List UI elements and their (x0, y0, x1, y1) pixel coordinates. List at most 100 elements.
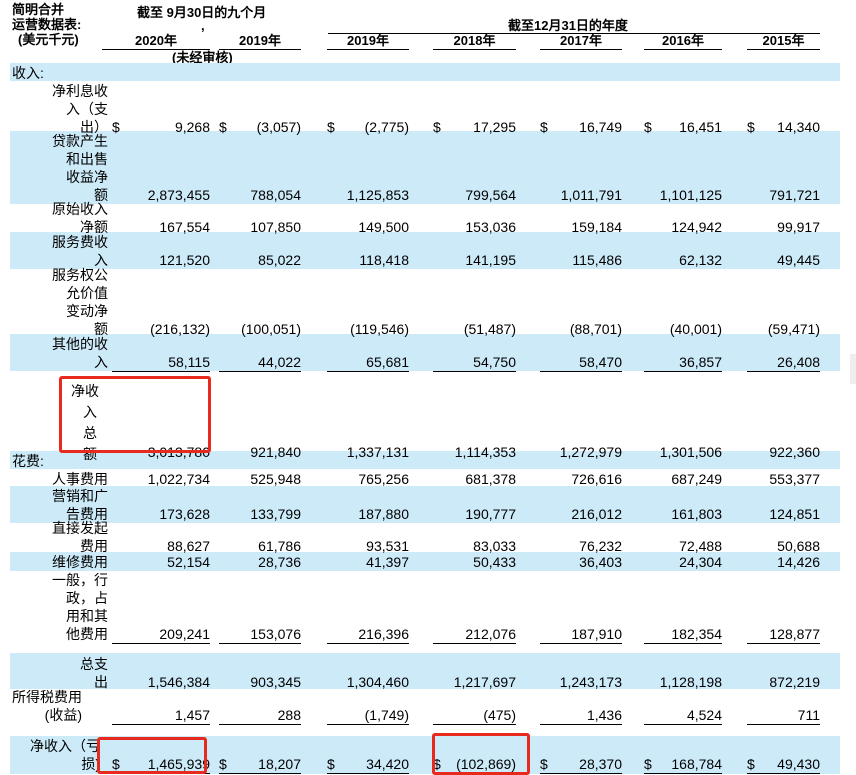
label-line: 服务权公 (52, 267, 108, 283)
value-cell: 58,470 (540, 353, 622, 372)
value-text: 9,268 (174, 119, 210, 135)
value-text: 41,397 (366, 554, 409, 570)
value-cell: $9,268 (112, 118, 210, 136)
title-line-3: (美元千元) (18, 32, 79, 47)
value-text: 182,354 (671, 626, 722, 642)
value-text: 34,420 (366, 756, 409, 772)
value-text: 288 (277, 707, 301, 723)
value-text: 1,337,131 (346, 444, 409, 460)
value-text: 107,850 (250, 219, 301, 235)
label-line: 总支 (80, 656, 108, 672)
table-title: 简明合并 运营数据表: (美元千元) (12, 2, 112, 47)
value-cell: 14,426 (747, 553, 820, 571)
label-line: 用和其 (66, 608, 108, 624)
label-line: 入 (94, 354, 108, 370)
value-text: 50,433 (473, 554, 516, 570)
value-text: 1,436 (586, 707, 622, 723)
value-cell: 726,616 (540, 470, 622, 488)
value-text: 85,022 (258, 252, 301, 268)
label-line: (收益) (44, 707, 82, 723)
value-text: 62,132 (679, 252, 722, 268)
row-label-maintenance: 维修费用 (30, 553, 108, 571)
dollar-sign: $ (112, 119, 120, 135)
value-text: 2,873,455 (147, 187, 210, 203)
label-line: 入（支 (66, 101, 108, 117)
value-cell: 212,076 (433, 625, 516, 644)
label-line: 他费用 (66, 626, 108, 642)
value-text: (3,057) (256, 119, 301, 135)
value-cell: 791,721 (747, 186, 820, 204)
value-cell: 153,076 (219, 625, 301, 644)
value-text: 28,736 (258, 554, 301, 570)
value-cell: 36,857 (644, 353, 722, 372)
value-cell: 159,184 (540, 218, 622, 236)
value-cell: 681,378 (433, 470, 516, 488)
value-text: 161,803 (671, 506, 722, 522)
value-text: 121,520 (159, 252, 210, 268)
value-text: 1,301,506 (659, 444, 722, 460)
value-text: 115,486 (572, 252, 622, 268)
value-text: 65,681 (366, 354, 409, 370)
value-text: 872,219 (769, 674, 820, 690)
value-text: 36,857 (679, 354, 722, 370)
value-cell: 1,022,734 (112, 470, 210, 488)
value-cell: 216,396 (327, 625, 409, 644)
value-cell: 58,115 (112, 353, 210, 372)
value-text: 28,370 (579, 756, 622, 772)
label-line: 和出售 (66, 151, 108, 167)
value-text: (119,546) (350, 321, 409, 337)
value-text: 921,840 (250, 444, 301, 460)
value-cell: (100,051) (219, 320, 301, 338)
value-cell: 4,524 (644, 706, 722, 725)
value-text: 216,396 (358, 626, 409, 642)
label-line: 政，占 (66, 590, 108, 606)
dollar-sign: $ (540, 756, 548, 772)
value-cell: 903,345 (219, 673, 301, 691)
dollar-sign: $ (327, 756, 335, 772)
value-text: (216,132) (150, 321, 210, 337)
value-text: 124,851 (769, 506, 820, 522)
value-text: 903,345 (250, 674, 301, 690)
value-text: (100,051) (241, 321, 301, 337)
value-text: 1,011,791 (560, 187, 622, 203)
value-text: 44,022 (258, 354, 301, 370)
label-line: 变动净 (66, 303, 108, 319)
value-cell: 1,114,353 (433, 443, 516, 461)
value-cell: $18,207 (219, 755, 301, 774)
value-cell: $16,451 (644, 118, 722, 136)
value-cell: (216,132) (112, 320, 210, 338)
value-text: 1,546,384 (147, 674, 210, 690)
value-text: 153,036 (465, 219, 516, 235)
value-cell: 121,520 (112, 251, 210, 269)
label-line: 允价值 (66, 285, 108, 301)
group-header-year-end: 截至12月31日的年度 (508, 18, 628, 33)
value-cell: 922,360 (747, 443, 820, 461)
value-text: 18,207 (258, 756, 301, 772)
highlight-net-income-2020 (97, 737, 207, 774)
value-cell: 187,910 (540, 625, 622, 644)
label-line: 直接发起 (52, 520, 108, 536)
value-cell: 52,154 (112, 553, 210, 571)
value-cell: 44,022 (219, 353, 301, 372)
value-cell: 799,564 (433, 186, 516, 204)
value-text: 788,054 (250, 187, 301, 203)
dollar-sign: $ (644, 756, 652, 772)
value-text: 681,378 (465, 471, 516, 487)
value-cell: 1,101,125 (644, 186, 722, 204)
label-line: 营销和广 (52, 488, 108, 504)
value-text: 133,799 (250, 506, 301, 522)
value-text: 687,249 (671, 471, 722, 487)
label-line: 所得税费用 (12, 689, 82, 705)
value-text: 1,022,734 (147, 471, 210, 487)
value-cell: 687,249 (644, 470, 722, 488)
value-cell: $ (3,057) (219, 118, 301, 136)
value-text: (2,775) (364, 119, 409, 135)
value-text: 173,628 (159, 506, 210, 522)
value-cell: 149,500 (327, 218, 409, 236)
value-cell: (59,471) (747, 320, 820, 338)
value-cell: $17,295 (433, 118, 516, 136)
highlight-net-income-2018 (432, 733, 530, 775)
value-cell: 107,850 (219, 218, 301, 236)
row-label-direct-orig: 直接发起 费用 (30, 519, 108, 555)
value-text: 765,256 (358, 471, 409, 487)
